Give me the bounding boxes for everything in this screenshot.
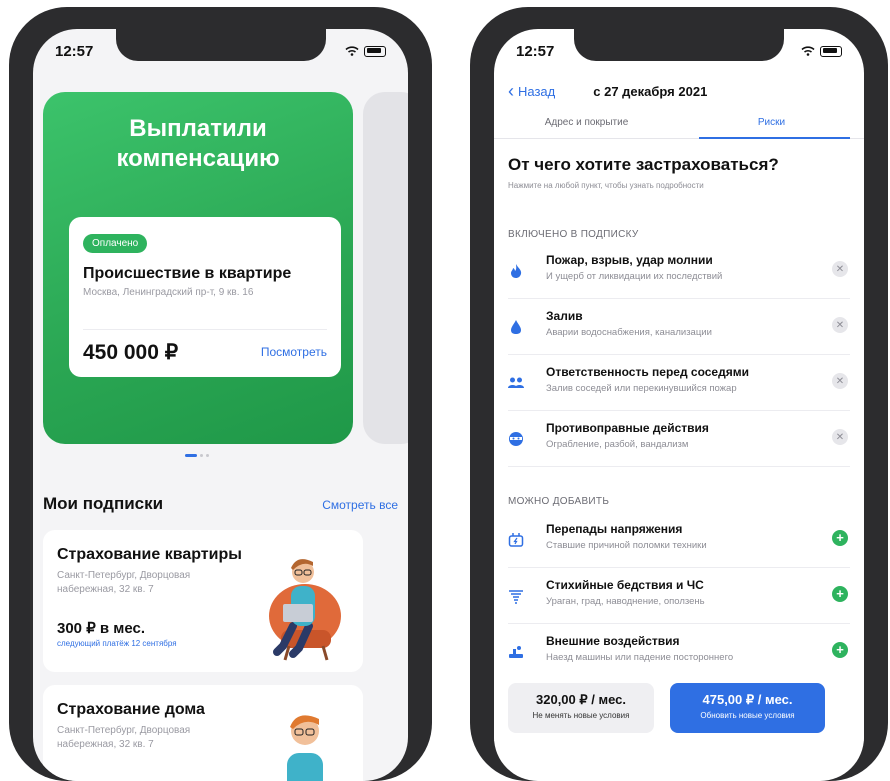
tornado-icon <box>508 588 524 604</box>
risk-description: Аварии водоснабжения, канализации <box>546 327 712 338</box>
wifi-icon <box>345 46 359 56</box>
remove-icon[interactable]: ✕ <box>832 317 848 333</box>
page-subtitle: Нажмите на любой пункт, чтобы узнать под… <box>508 181 704 190</box>
robber-icon <box>508 431 524 447</box>
carousel-pagination <box>185 454 209 457</box>
person-illustration <box>287 715 323 781</box>
status-bar: 12:57 <box>494 29 864 73</box>
external-impact-icon <box>508 644 524 660</box>
keep-price: 320,00 ₽ / мес. <box>536 692 626 707</box>
add-icon[interactable]: + <box>832 642 848 658</box>
risk-item-illegal-actions[interactable]: Противоправные действия Ограбление, разб… <box>508 411 850 467</box>
keep-note: Не менять новые условия <box>532 711 630 720</box>
nav-bar: ‹ Назад с 27 декабря 2021 <box>508 79 850 103</box>
risk-title: Ответственность перед соседями <box>546 365 749 379</box>
subscription-address: Санкт-Петербург, Дворцовая набережная, 3… <box>57 725 191 750</box>
divider <box>83 329 327 330</box>
risk-description: Ставшие причиной поломки техники <box>546 540 707 551</box>
water-drop-icon <box>508 319 524 335</box>
status-bar: 12:57 <box>33 29 408 73</box>
included-section-label: ВКЛЮЧЕНО В ПОДПИСКУ <box>508 229 639 240</box>
tab-risks[interactable]: Риски <box>679 109 864 139</box>
claim-address: Москва, Ленинградский пр-т, 9 кв. 16 <box>83 287 254 298</box>
risks-screen: 12:57 ‹ Назад с 27 декабря 2021 Адрес и … <box>494 29 864 781</box>
power-surge-icon <box>508 532 524 548</box>
update-note: Обновить новые условия <box>700 711 795 720</box>
subscriptions-title: Мои подписки <box>43 494 164 513</box>
risk-title: Пожар, взрыв, удар молнии <box>546 253 713 267</box>
page-title: От чего хотите застраховаться? <box>508 155 779 174</box>
page-dot <box>206 454 209 457</box>
neighbors-icon <box>508 375 524 391</box>
next-carousel-card[interactable] <box>363 92 408 444</box>
fire-icon <box>508 263 524 279</box>
compensation-card[interactable]: Выплатили компенсацию Оплачено Происшест… <box>43 92 353 444</box>
risk-title: Стихийные бедствия и ЧС <box>546 578 704 592</box>
battery-icon <box>364 45 386 57</box>
view-claim-link[interactable]: Посмотреть <box>261 345 327 359</box>
page-dot <box>200 454 203 457</box>
battery-icon <box>820 45 842 57</box>
nav-title: с 27 декабря 2021 <box>593 83 708 99</box>
add-icon[interactable]: + <box>832 530 848 546</box>
tab-address-coverage[interactable]: Адрес и покрытие <box>494 109 679 138</box>
status-icons <box>345 45 386 57</box>
remove-icon[interactable]: ✕ <box>832 261 848 277</box>
risk-item-fire[interactable]: Пожар, взрыв, удар молнии И ущерб от лик… <box>508 243 850 299</box>
risk-item-power-surge[interactable]: Перепады напряжения Ставшие причиной пол… <box>508 512 850 568</box>
subscriptions-header: Мои подписки Смотреть все <box>43 494 398 514</box>
back-label: Назад <box>518 83 556 99</box>
subscription-address: Санкт-Петербург, Дворцовая набережная, 3… <box>57 570 191 595</box>
risk-description: Ураган, град, наводнение, оползень <box>546 596 705 607</box>
phone-right: 12:57 ‹ Назад с 27 декабря 2021 Адрес и … <box>470 7 888 781</box>
risk-item-flood[interactable]: Залив Аварии водоснабжения, канализации … <box>508 299 850 355</box>
tab-bar: Адрес и покрытие Риски <box>494 109 864 139</box>
compensation-title: Выплатили компенсацию <box>116 115 280 172</box>
update-price: 475,00 ₽ / мес. <box>702 692 793 707</box>
risk-description: Наезд машины или падение постороннего <box>546 652 734 663</box>
keep-conditions-button[interactable]: 320,00 ₽ / мес. Не менять новые условия <box>508 683 654 733</box>
remove-icon[interactable]: ✕ <box>832 373 848 389</box>
subscription-card-house[interactable]: Страхование дома Санкт-Петербург, Дворцо… <box>43 685 363 781</box>
see-all-link[interactable]: Смотреть все <box>322 498 398 512</box>
status-icons <box>801 45 842 57</box>
claim-title: Происшествие в квартире <box>83 265 292 282</box>
risk-description: Ограбление, разбой, вандализм <box>546 439 689 450</box>
status-time: 12:57 <box>516 42 555 60</box>
home-screen: 12:57 Выплатили компенсацию Оплачено Про… <box>33 29 408 781</box>
paid-badge: Оплачено <box>83 234 148 253</box>
risk-item-neighbors[interactable]: Ответственность перед соседями Залив сос… <box>508 355 850 411</box>
remove-icon[interactable]: ✕ <box>832 429 848 445</box>
bottom-action-bar: 320,00 ₽ / мес. Не менять новые условия … <box>494 671 864 741</box>
subscription-card-apartment[interactable]: Страхование квартиры Санкт-Петербург, Дв… <box>43 530 363 672</box>
update-conditions-button[interactable]: 475,00 ₽ / мес. Обновить новые условия <box>670 683 825 733</box>
claim-card[interactable]: Оплачено Происшествие в квартире Москва,… <box>69 217 341 377</box>
page-dot-active <box>185 454 197 457</box>
risk-description: И ущерб от ликвидации их последствий <box>546 271 723 282</box>
risk-title: Перепады напряжения <box>546 522 683 536</box>
phone-left: 12:57 Выплатили компенсацию Оплачено Про… <box>9 7 432 781</box>
addable-section-label: МОЖНО ДОБАВИТЬ <box>508 496 610 507</box>
risk-description: Залив соседей или перекинувшийся пожар <box>546 383 737 394</box>
status-time: 12:57 <box>55 42 94 60</box>
person-in-chair-illustration <box>269 559 341 661</box>
risk-title: Внешние воздействия <box>546 634 680 648</box>
risk-item-natural-disasters[interactable]: Стихийные бедствия и ЧС Ураган, град, на… <box>508 568 850 624</box>
back-button[interactable]: ‹ Назад <box>508 82 555 100</box>
claim-amount: 450 000 ₽ <box>83 341 179 364</box>
chevron-left-icon: ‹ <box>508 81 514 101</box>
risk-title: Противоправные действия <box>546 421 709 435</box>
risk-title: Залив <box>546 309 583 323</box>
wifi-icon <box>801 46 815 56</box>
add-icon[interactable]: + <box>832 586 848 602</box>
